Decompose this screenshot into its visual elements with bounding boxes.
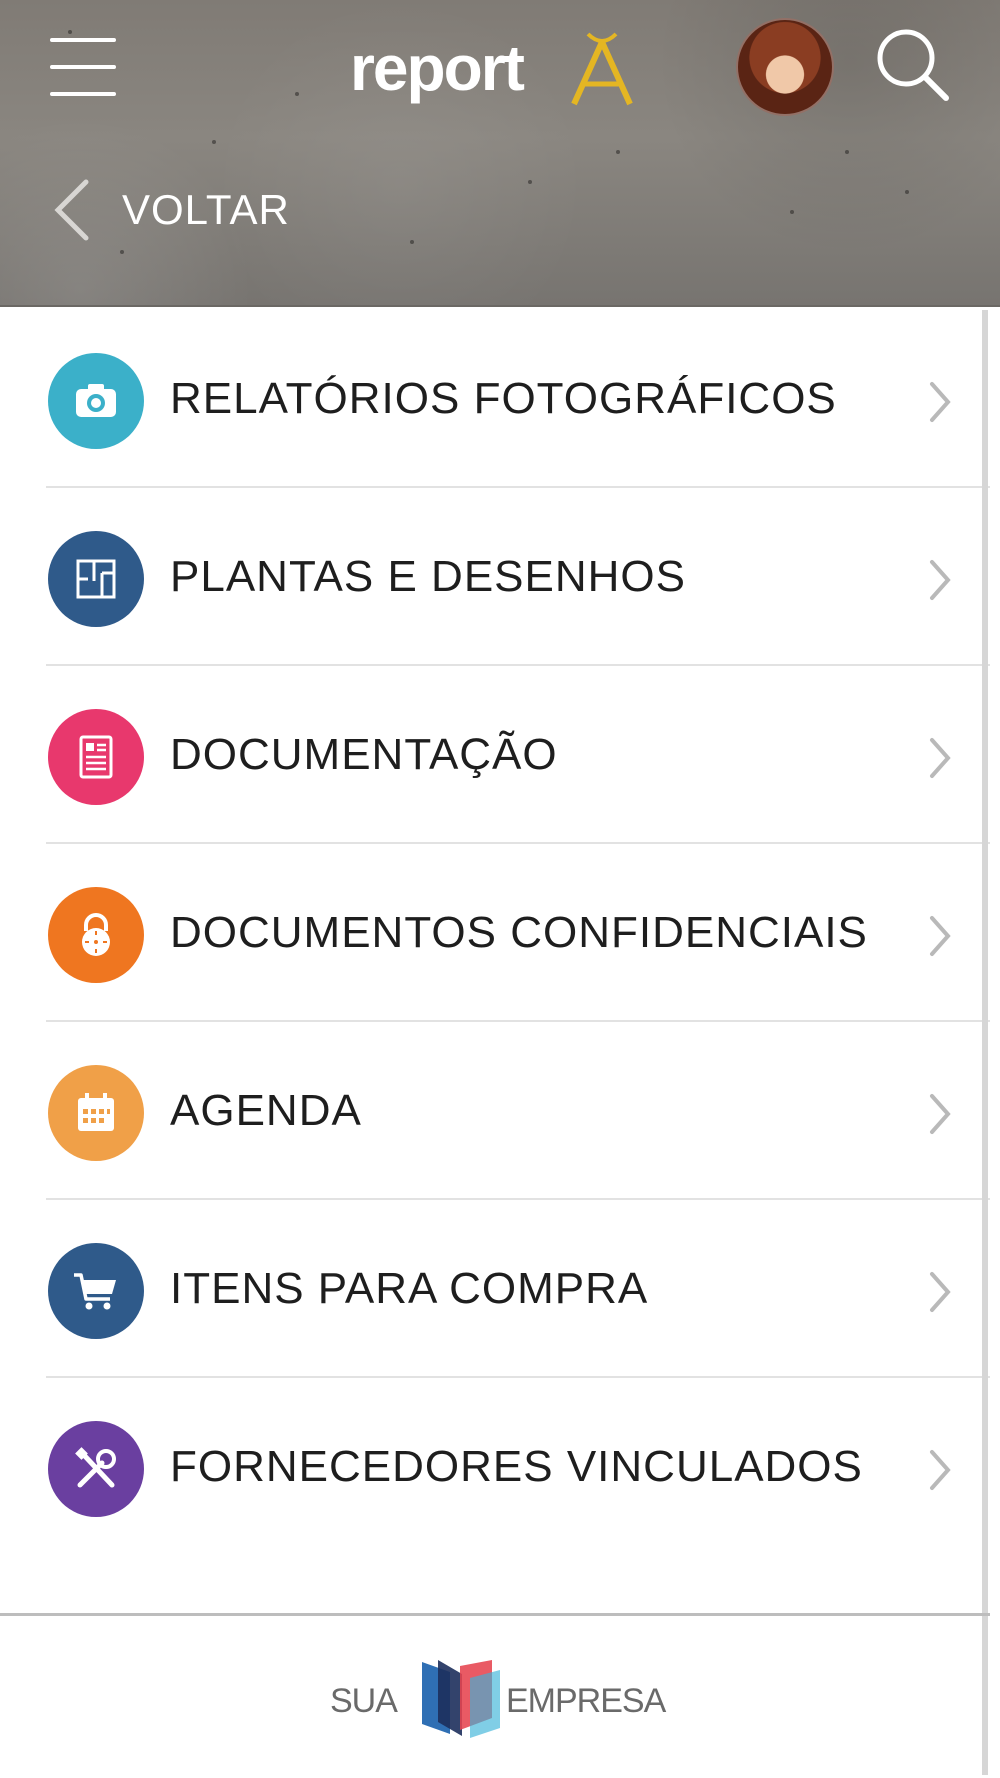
menu-item-label: DOCUMENTAÇÃO xyxy=(170,730,558,779)
chevron-left-icon xyxy=(54,179,89,241)
company-logo: SUA EMPRESA xyxy=(330,1656,680,1738)
footer-divider xyxy=(0,1613,990,1616)
lock-icon xyxy=(48,887,144,983)
document-icon xyxy=(48,709,144,805)
menu-item-plantas-e-desenhos[interactable]: PLANTAS E DESENHOS xyxy=(0,488,990,666)
calendar-icon xyxy=(48,1065,144,1161)
tools-icon xyxy=(48,1421,144,1517)
chevron-right-icon xyxy=(930,382,951,422)
menu-item-label: PLANTAS E DESENHOS xyxy=(170,552,686,601)
menu-list: RELATÓRIOS FOTOGRÁFICOS PLANTAS E DESENH… xyxy=(0,310,990,1556)
cart-icon xyxy=(48,1243,144,1339)
hamburger-menu-icon[interactable] xyxy=(50,38,116,96)
texture-speck xyxy=(616,150,620,154)
menu-item-documentos-confidenciais[interactable]: DOCUMENTOS CONFIDENCIAIS xyxy=(0,844,990,1022)
user-avatar[interactable] xyxy=(736,18,834,116)
app-logo: report xyxy=(350,20,650,120)
chevron-right-icon xyxy=(930,1094,951,1134)
search-icon[interactable] xyxy=(872,24,952,104)
company-mark-icon xyxy=(422,1660,500,1738)
menu-item-label: FORNECEDORES VINCULADOS xyxy=(170,1442,863,1491)
menu-item-label: DOCUMENTOS CONFIDENCIAIS xyxy=(170,908,868,957)
texture-speck xyxy=(120,250,124,254)
menu-item-itens-para-compra[interactable]: ITENS PARA COMPRA xyxy=(0,1200,990,1378)
menu-item-label: AGENDA xyxy=(170,1086,362,1135)
chevron-right-icon xyxy=(930,738,951,778)
scrollbar[interactable] xyxy=(982,310,988,1775)
footer-logo-left-text: SUA xyxy=(330,1682,398,1720)
chevron-right-icon xyxy=(930,1272,951,1312)
texture-speck xyxy=(845,150,849,154)
texture-speck xyxy=(790,210,794,214)
back-label: VOLTAR xyxy=(122,186,290,233)
texture-speck xyxy=(295,92,299,96)
menu-item-label: ITENS PARA COMPRA xyxy=(170,1264,649,1313)
menu-item-relatorios-fotograficos[interactable]: RELATÓRIOS FOTOGRÁFICOS xyxy=(0,310,990,488)
menu-item-fornecedores-vinculados[interactable]: FORNECEDORES VINCULADOS xyxy=(0,1378,990,1556)
back-button[interactable]: VOLTAR xyxy=(52,178,372,241)
texture-speck xyxy=(68,30,72,34)
app-header: report VOLTAR xyxy=(0,0,1000,307)
camera-icon xyxy=(48,353,144,449)
chevron-right-icon xyxy=(930,560,951,600)
footer-logo-right-text: EMPRESA xyxy=(506,1682,666,1720)
texture-speck xyxy=(410,240,414,244)
floorplan-icon xyxy=(48,531,144,627)
compass-logo-icon xyxy=(571,32,633,106)
chevron-right-icon xyxy=(930,916,951,956)
menu-item-label: RELATÓRIOS FOTOGRÁFICOS xyxy=(170,374,837,423)
logo-wordmark: report xyxy=(350,32,525,104)
texture-speck xyxy=(212,140,216,144)
texture-speck xyxy=(905,190,909,194)
chevron-right-icon xyxy=(930,1450,951,1490)
menu-item-documentacao[interactable]: DOCUMENTAÇÃO xyxy=(0,666,990,844)
texture-speck xyxy=(528,180,532,184)
menu-item-agenda[interactable]: AGENDA xyxy=(0,1022,990,1200)
